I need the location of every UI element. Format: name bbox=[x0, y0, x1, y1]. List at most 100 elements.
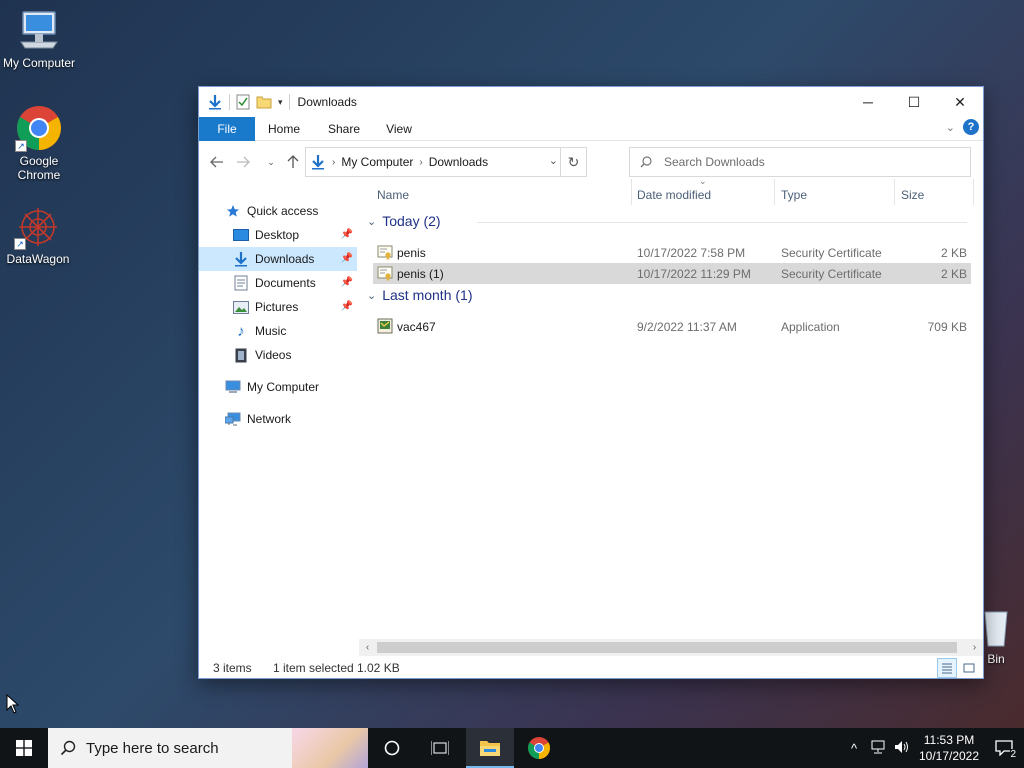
notification-count-badge: 2 bbox=[1010, 749, 1016, 760]
desktop-icon-datawagon[interactable]: ↗ DataWagon bbox=[0, 204, 76, 266]
file-row[interactable]: vac467 9/2/2022 11:37 AM Application 709… bbox=[373, 316, 971, 337]
clock-date: 10/17/2022 bbox=[918, 749, 980, 763]
volume-icon[interactable] bbox=[890, 740, 914, 757]
breadcrumb-my-computer[interactable]: My Computer bbox=[341, 155, 413, 169]
breadcrumb-downloads[interactable]: Downloads bbox=[429, 155, 488, 169]
recent-locations-button[interactable]: ⌄ bbox=[261, 151, 281, 173]
address-bar[interactable]: › My Computer › Downloads ⌄ ↻ bbox=[305, 147, 587, 177]
search-highlight-illustration bbox=[292, 728, 368, 768]
chevron-right-icon[interactable]: › bbox=[419, 157, 422, 168]
column-divider[interactable] bbox=[894, 179, 895, 205]
scrollbar-thumb[interactable] bbox=[377, 642, 957, 653]
horizontal-scrollbar[interactable]: ‹ › bbox=[359, 639, 983, 656]
tab-view[interactable]: View bbox=[374, 117, 424, 141]
download-arrow-icon bbox=[312, 155, 324, 170]
desktop-icon-google-chrome[interactable]: ↗ Google Chrome bbox=[1, 104, 77, 182]
network-icon[interactable] bbox=[866, 740, 890, 757]
back-button[interactable] bbox=[207, 151, 227, 173]
scroll-left-icon[interactable]: ‹ bbox=[359, 639, 376, 656]
file-type: Security Certificate bbox=[781, 266, 882, 281]
window-controls: ─ ☐ ✕ bbox=[845, 87, 983, 117]
group-header-label: Last month (1) bbox=[382, 287, 473, 303]
nav-item-music[interactable]: ♪ Music bbox=[199, 319, 357, 343]
computer-icon bbox=[225, 379, 241, 395]
start-button[interactable] bbox=[0, 728, 48, 768]
tab-share[interactable]: Share bbox=[319, 117, 369, 141]
file-row[interactable]: penis 10/17/2022 7:58 PM Security Certif… bbox=[373, 242, 971, 263]
column-header-size[interactable]: Size bbox=[901, 188, 924, 202]
action-center-button[interactable]: 2 bbox=[984, 728, 1024, 768]
file-explorer-window: ▾ Downloads ─ ☐ ✕ File Home Share View ⌄… bbox=[198, 86, 984, 679]
show-hidden-icons-button[interactable]: ^ bbox=[842, 741, 866, 756]
help-button[interactable]: ? bbox=[963, 119, 979, 135]
search-input[interactable] bbox=[664, 155, 954, 169]
nav-item-label: My Computer bbox=[247, 380, 320, 394]
file-date: 10/17/2022 11:29 PM bbox=[637, 266, 751, 281]
taskbar-chrome[interactable] bbox=[515, 728, 563, 768]
nav-item-downloads[interactable]: Downloads 📌 bbox=[199, 247, 357, 271]
ribbon-tabs: File Home Share View ⌄ ? bbox=[199, 117, 983, 141]
taskbar-file-explorer[interactable] bbox=[466, 728, 514, 768]
status-selection: 1 item selected bbox=[273, 661, 354, 675]
close-button[interactable]: ✕ bbox=[937, 87, 983, 117]
file-list: Name ⌄ Date modified Type Size ⌄ Today (… bbox=[359, 176, 983, 649]
cortana-circle-icon bbox=[384, 740, 400, 756]
nav-item-quick-access[interactable]: Quick access bbox=[199, 199, 357, 223]
minimize-button[interactable]: ─ bbox=[845, 87, 891, 117]
divider bbox=[229, 94, 230, 110]
navigation-bar: ⌄ › My Computer › Downloads ⌄ ↻ bbox=[199, 147, 983, 177]
nav-item-videos[interactable]: Videos bbox=[199, 343, 357, 367]
chevron-right-icon[interactable]: › bbox=[332, 157, 335, 168]
nav-item-my-computer[interactable]: My Computer bbox=[199, 375, 357, 399]
scroll-right-icon[interactable]: › bbox=[966, 639, 983, 656]
pin-icon[interactable]: 📌 bbox=[341, 277, 353, 288]
taskbar-search-box[interactable]: Type here to search bbox=[48, 728, 368, 768]
column-header-type[interactable]: Type bbox=[781, 188, 807, 202]
chevron-down-icon: ⌄ bbox=[367, 215, 377, 228]
pin-icon[interactable]: 📌 bbox=[341, 229, 353, 240]
search-box[interactable] bbox=[629, 147, 971, 177]
column-header-name[interactable]: Name bbox=[377, 188, 409, 202]
music-folder-icon: ♪ bbox=[237, 322, 245, 340]
cortana-button[interactable] bbox=[368, 728, 416, 768]
column-header-date-modified[interactable]: Date modified bbox=[637, 188, 711, 202]
tab-file[interactable]: File bbox=[199, 117, 255, 141]
new-folder-icon[interactable] bbox=[256, 95, 272, 109]
column-divider[interactable] bbox=[631, 179, 632, 205]
customize-toolbar-icon[interactable]: ▾ bbox=[278, 97, 283, 108]
column-divider[interactable] bbox=[973, 179, 974, 205]
chevron-down-icon: ⌄ bbox=[367, 289, 377, 302]
clock[interactable]: 11:53 PM 10/17/2022 bbox=[914, 732, 984, 764]
title-bar[interactable]: ▾ Downloads ─ ☐ ✕ bbox=[199, 87, 983, 117]
properties-icon[interactable] bbox=[236, 94, 250, 110]
file-type: Security Certificate bbox=[781, 245, 882, 260]
nav-item-desktop[interactable]: Desktop 📌 bbox=[199, 223, 357, 247]
computer-icon bbox=[20, 11, 58, 49]
group-header-today[interactable]: ⌄ Today (2) bbox=[367, 213, 967, 229]
file-row-selected[interactable]: penis (1) 10/17/2022 11:29 PM Security C… bbox=[373, 263, 971, 284]
nav-item-pictures[interactable]: Pictures 📌 bbox=[199, 295, 357, 319]
pin-icon[interactable]: 📌 bbox=[341, 253, 353, 264]
documents-folder-icon bbox=[233, 275, 249, 291]
refresh-button[interactable]: ↻ bbox=[560, 148, 586, 176]
address-dropdown-icon[interactable]: ⌄ bbox=[549, 154, 558, 167]
nav-item-documents[interactable]: Documents 📌 bbox=[199, 271, 357, 295]
large-icons-view-icon bbox=[963, 663, 975, 673]
large-icons-view-button[interactable] bbox=[959, 658, 979, 678]
file-size: 2 KB bbox=[940, 245, 967, 260]
desktop-icon-label: Google Chrome bbox=[17, 154, 61, 182]
maximize-button[interactable]: ☐ bbox=[891, 87, 937, 117]
desktop-icon-my-computer[interactable]: My Computer bbox=[1, 8, 77, 70]
tab-home[interactable]: Home bbox=[259, 117, 309, 141]
task-view-button[interactable] bbox=[416, 728, 464, 768]
group-header-last-month[interactable]: ⌄ Last month (1) bbox=[367, 287, 967, 303]
column-divider[interactable] bbox=[774, 179, 775, 205]
pin-icon[interactable]: 📌 bbox=[341, 301, 353, 312]
up-button[interactable] bbox=[283, 151, 303, 173]
details-view-button[interactable] bbox=[937, 658, 957, 678]
forward-button[interactable] bbox=[233, 151, 253, 173]
nav-item-network[interactable]: Network bbox=[199, 407, 357, 431]
nav-item-label: Documents bbox=[255, 276, 316, 290]
divider bbox=[288, 94, 290, 110]
expand-ribbon-icon[interactable]: ⌄ bbox=[946, 121, 955, 134]
